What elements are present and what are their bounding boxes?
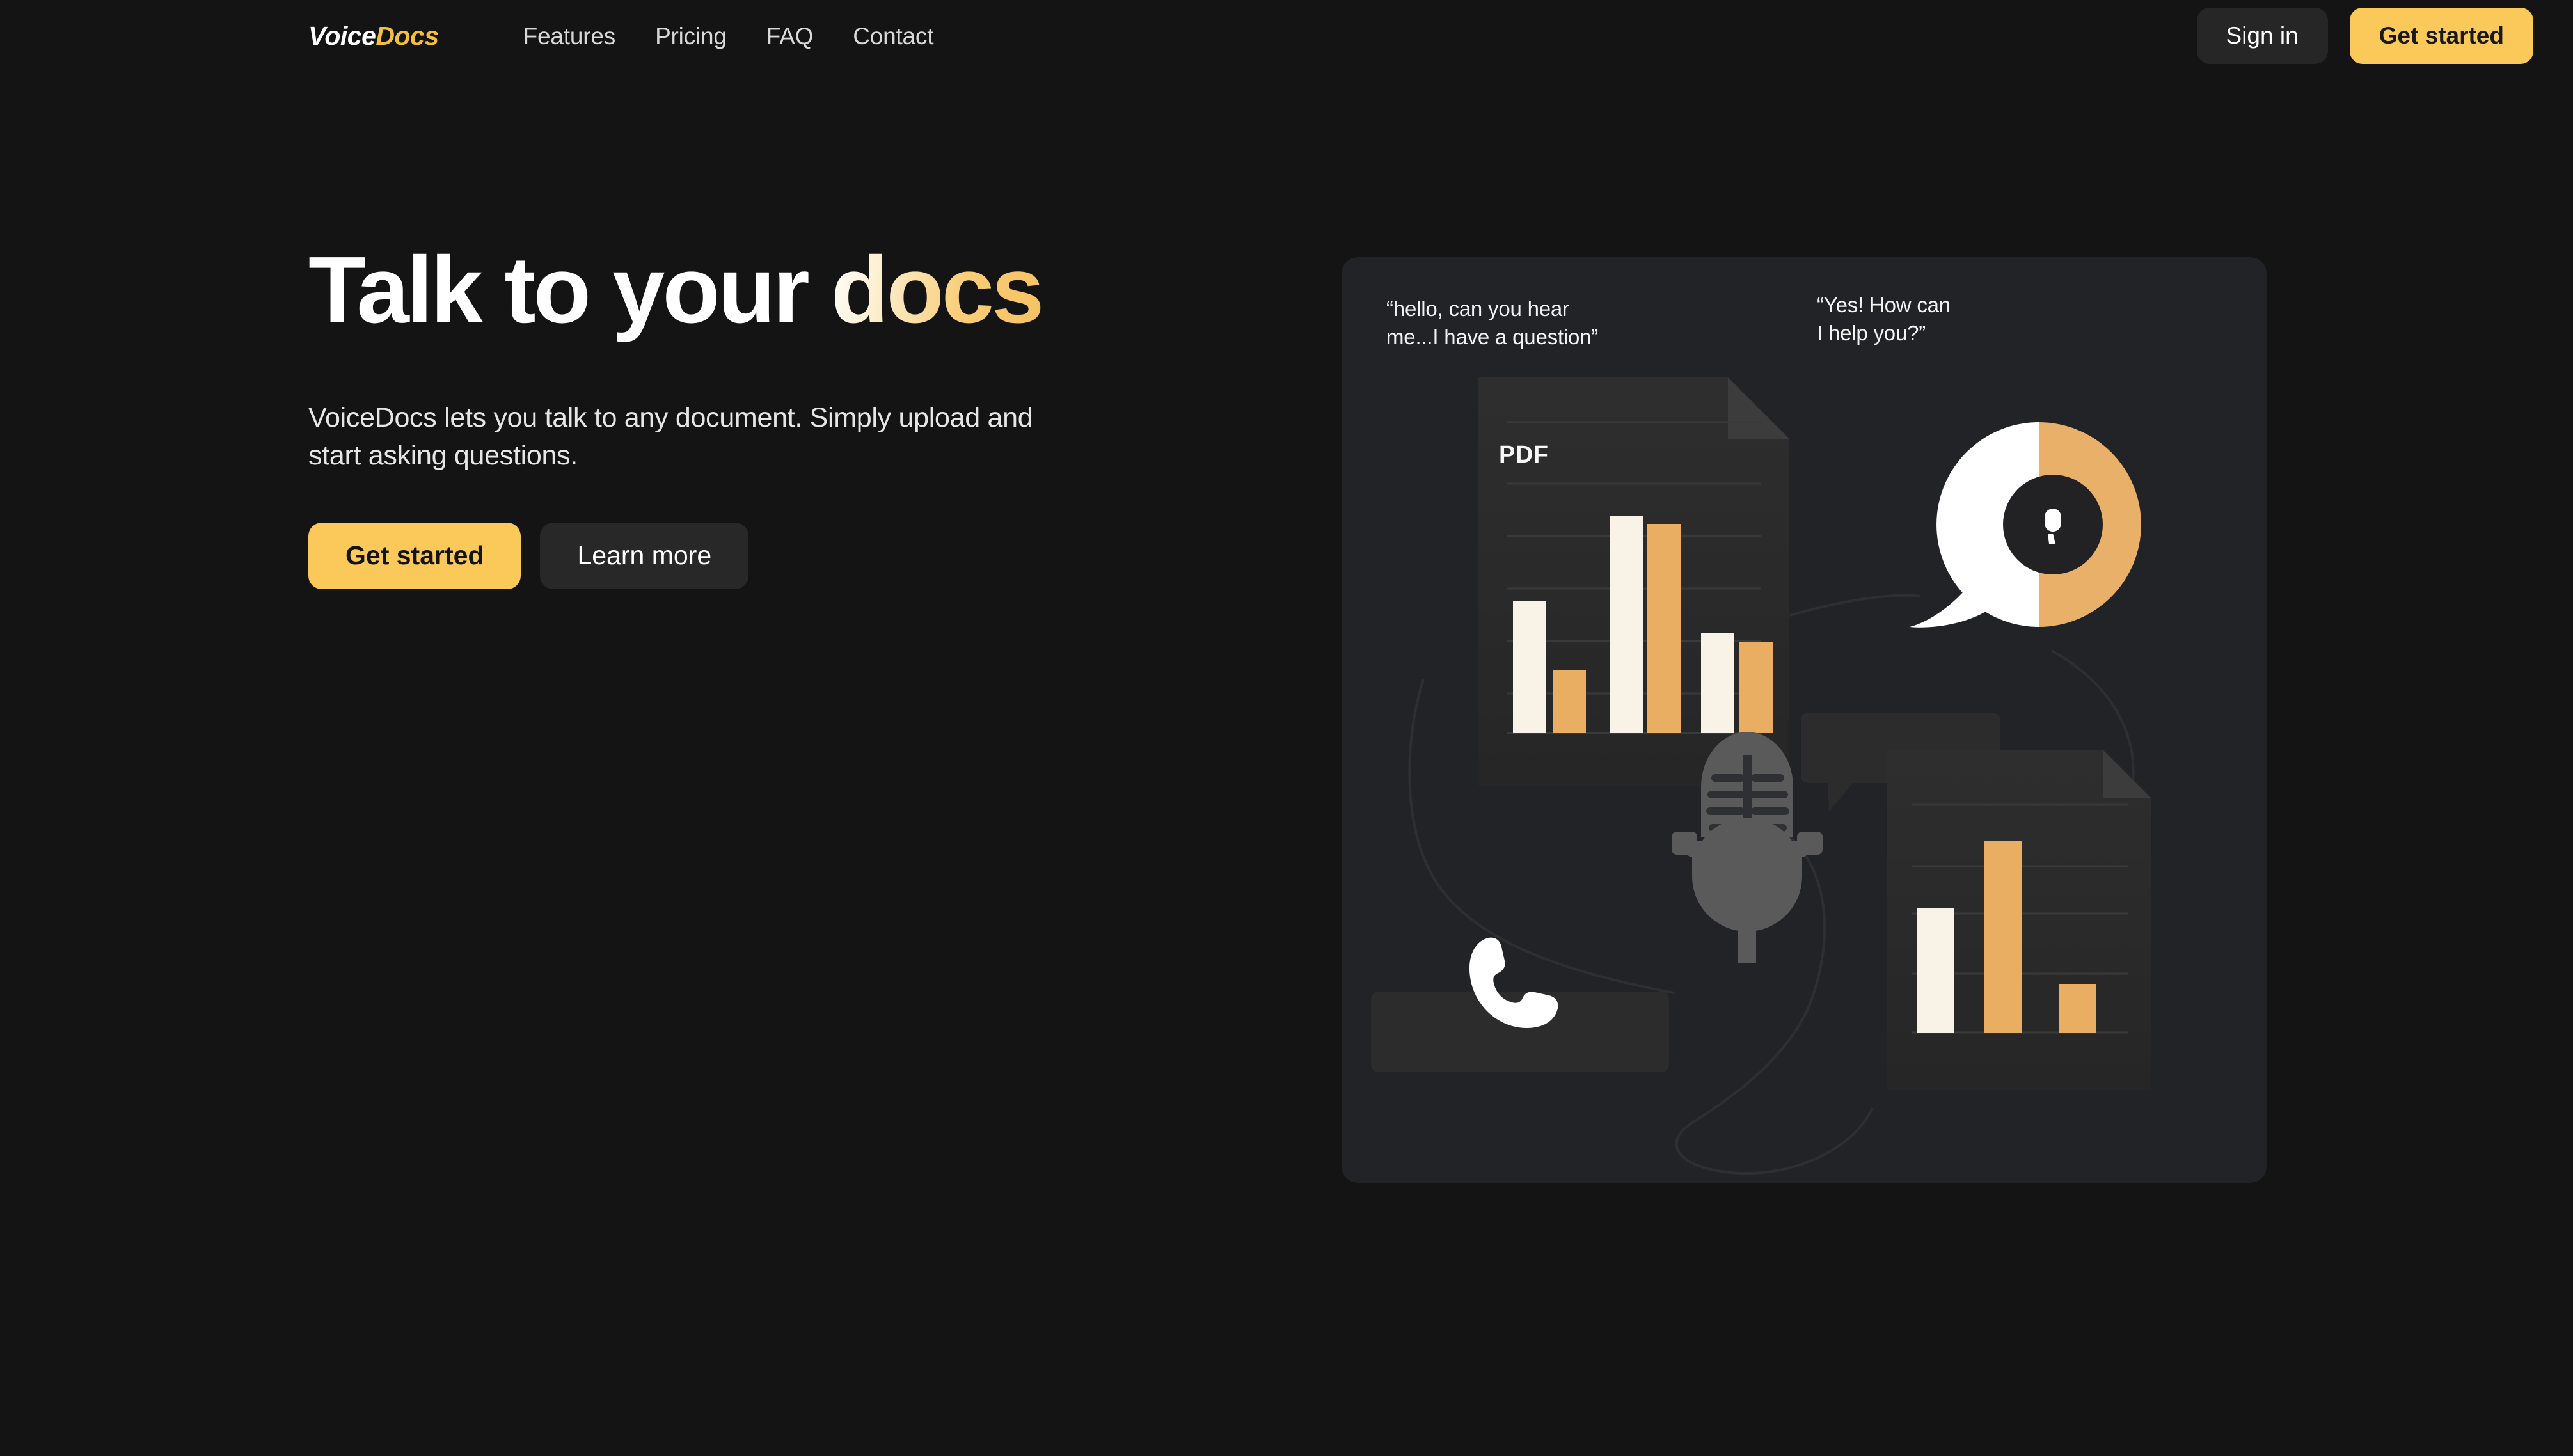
get-started-hero-button[interactable]: Get started	[308, 523, 521, 589]
brand-logo-docs: Docs	[376, 21, 438, 51]
nav-links: Features Pricing FAQ Contact	[523, 24, 934, 48]
nav-link-pricing[interactable]: Pricing	[655, 24, 727, 48]
pdf-file-label: PDF	[1499, 441, 1549, 469]
landing-page: VoiceDocs Features Pricing FAQ Contact S…	[0, 0, 2573, 1456]
illustration-graphic	[1342, 257, 2267, 1183]
get-started-nav-button[interactable]: Get started	[2350, 8, 2533, 64]
assistant-message-text: “Yes! How can I help you?”	[1817, 291, 1990, 347]
voice-chat-bubble-icon	[1910, 422, 2141, 628]
sign-in-button[interactable]: Sign in	[2197, 8, 2328, 64]
page-title-plain: Talk to your	[308, 237, 831, 343]
learn-more-button[interactable]: Learn more	[540, 523, 748, 589]
top-navbar: VoiceDocs Features Pricing FAQ Contact S…	[0, 0, 2573, 72]
pdf-document-card	[1478, 377, 1789, 786]
result-document-card	[1887, 750, 2151, 1090]
nav-link-contact[interactable]: Contact	[853, 24, 933, 48]
user-message-text: “hello, can you hear me...I have a quest…	[1386, 295, 1636, 351]
brand-logo-voice: Voice	[308, 21, 376, 51]
nav-actions: Sign in Get started	[2197, 8, 2533, 64]
nav-link-features[interactable]: Features	[523, 24, 615, 48]
nav-link-faq[interactable]: FAQ	[766, 24, 813, 48]
hero-content: Talk to your docs VoiceDocs lets you tal…	[308, 243, 1140, 589]
page-title: Talk to your docs	[308, 243, 1140, 338]
hero-cta-group: Get started Learn more	[308, 523, 1140, 589]
brand-logo[interactable]: VoiceDocs	[308, 21, 439, 51]
hero-subtitle: VoiceDocs lets you talk to any document.…	[308, 399, 1082, 475]
hero-illustration-panel: PDF “Yes! How can I help you?” “hello, c…	[1342, 257, 2267, 1183]
page-title-accent: docs	[831, 237, 1041, 343]
